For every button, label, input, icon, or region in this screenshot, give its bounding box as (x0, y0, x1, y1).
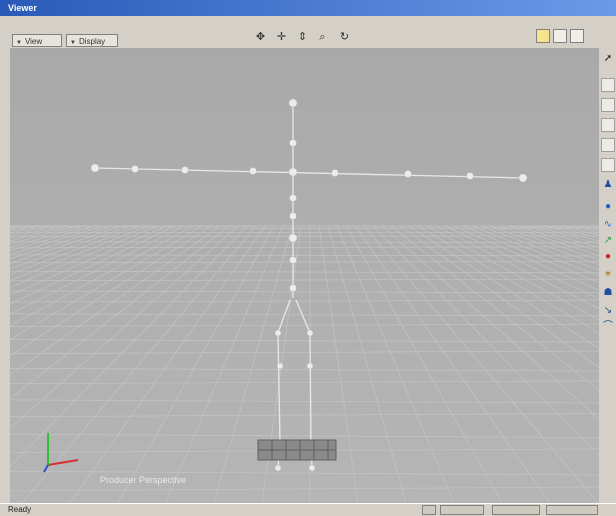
viewer-toolbar: ▼View ▼Display ✥ ✛ ⇕ ⌕ ↻ (0, 16, 616, 48)
star-icon[interactable]: ✶ (601, 268, 615, 282)
dropdown-arrow-icon: ▼ (70, 40, 76, 46)
blank-tool[interactable] (601, 138, 615, 152)
actor-icon[interactable]: ☗ (601, 286, 615, 300)
red-dot-icon[interactable]: ● (601, 250, 615, 264)
status-field (492, 505, 540, 515)
dropdown-arrow-icon: ▼ (16, 40, 22, 46)
view-menu-button[interactable]: ▼View (12, 34, 62, 47)
sphere-icon[interactable]: ● (601, 200, 615, 214)
blank-tool[interactable] (601, 158, 615, 172)
status-field (440, 505, 484, 515)
side-toolbar: ➚ ♟ ● ∿ ↗ ● ✶ ☗ ↘ ⌒ (600, 48, 616, 503)
3d-viewport[interactable]: Producer Perspective (10, 48, 599, 503)
path-icon[interactable]: ↗ (601, 234, 615, 248)
title-bar: Viewer (0, 0, 616, 16)
view-menu-label: View (25, 37, 42, 46)
blank-tool[interactable] (601, 118, 615, 132)
select-arrow-icon[interactable]: ➚ (601, 52, 615, 66)
status-text: Ready (8, 505, 31, 514)
curve-icon[interactable]: ∿ (601, 218, 615, 232)
quad-layout-icon[interactable] (570, 29, 584, 43)
viewport-camera-label: Producer Perspective (100, 475, 186, 485)
zoom-icon[interactable]: ⌕ (316, 31, 329, 44)
status-bar: Ready (0, 503, 616, 516)
display-menu-button[interactable]: ▼Display (66, 34, 118, 47)
dolly-icon[interactable]: ⇕ (296, 31, 309, 44)
pan-icon[interactable]: ✥ (254, 31, 267, 44)
display-menu-label: Display (79, 37, 105, 46)
window-title: Viewer (8, 3, 37, 13)
blank-tool[interactable] (601, 98, 615, 112)
status-indicator (422, 505, 436, 515)
arrow-tool-icon[interactable]: ↘ (601, 304, 615, 318)
floor-handle[interactable] (258, 440, 336, 460)
single-layout-icon[interactable] (536, 29, 550, 43)
status-field (546, 505, 598, 515)
split-layout-icon[interactable] (553, 29, 567, 43)
character-icon[interactable]: ♟ (601, 178, 615, 192)
blank-tool[interactable] (601, 78, 615, 92)
orbit-icon[interactable]: ↻ (338, 31, 351, 44)
viewport-scene (10, 48, 599, 503)
bend-icon[interactable]: ⌒ (601, 320, 615, 334)
move-icon[interactable]: ✛ (275, 31, 288, 44)
viewer-window: Viewer ▼View ▼Display ✥ ✛ ⇕ ⌕ ↻ (0, 0, 616, 515)
